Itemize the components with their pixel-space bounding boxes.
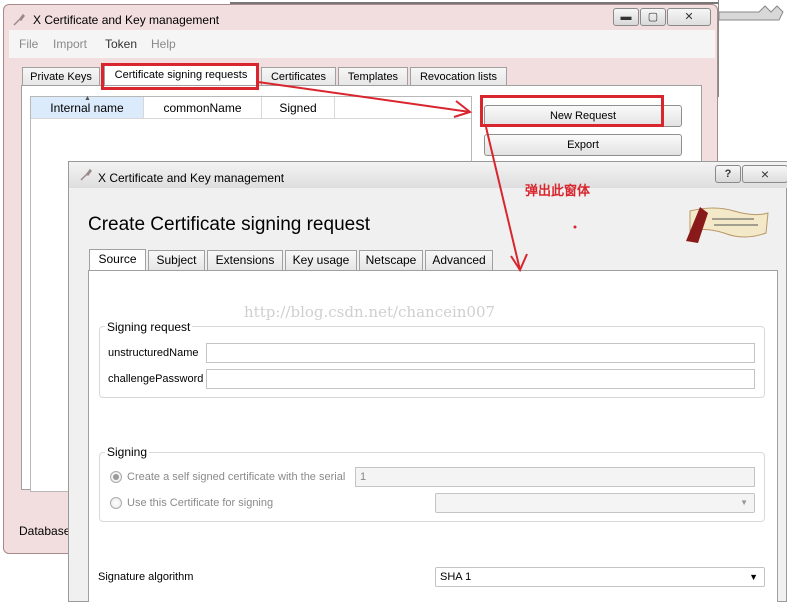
tab-advanced[interactable]: Advanced: [425, 250, 493, 270]
database-label: Database:: [19, 524, 74, 538]
unstructured-name-field[interactable]: [206, 343, 755, 363]
serial-field[interactable]: 1: [355, 467, 755, 487]
window-title: X Certificate and Key management: [33, 13, 220, 27]
signing-group-label: Signing: [105, 445, 150, 459]
watermark-text: http://blog.csdn.net/chancein007: [244, 303, 496, 321]
self-signed-radio[interactable]: [110, 471, 122, 483]
export-button[interactable]: Export: [484, 134, 682, 156]
column-header-commonname[interactable]: commonName: [144, 97, 262, 119]
tab-key-usage[interactable]: Key usage: [285, 250, 357, 270]
dialog-titlebar: X Certificate and Key management ? ×: [69, 162, 787, 188]
challenge-password-label: challengePassword: [108, 373, 204, 385]
challenge-password-field[interactable]: [206, 369, 755, 389]
tab-source[interactable]: Source: [89, 249, 146, 271]
tab-private-keys[interactable]: Private Keys: [22, 67, 100, 87]
help-button[interactable]: ?: [715, 165, 741, 183]
dialog-title: X Certificate and Key management: [98, 171, 285, 185]
column-header-signed[interactable]: Signed: [262, 97, 335, 119]
dialog-heading: Create Certificate signing request: [88, 214, 370, 235]
signing-request-group-label: Signing request: [105, 320, 193, 334]
minimize-button[interactable]: ▬: [613, 8, 639, 26]
signature-algorithm-label: Signature algorithm: [98, 571, 194, 583]
sort-arrow-icon: ▲: [84, 95, 91, 102]
close-button[interactable]: ✕: [667, 8, 711, 26]
column-header-filler: [335, 97, 471, 119]
unstructured-name-label: unstructuredName: [108, 347, 199, 359]
dialog-close-button[interactable]: ×: [742, 165, 787, 183]
tab-netscape[interactable]: Netscape: [359, 250, 423, 270]
menu-token[interactable]: Token: [105, 37, 137, 51]
xca-logo: [686, 207, 769, 243]
tab-extensions[interactable]: Extensions: [207, 250, 283, 270]
key-icon: [719, 5, 784, 21]
signing-certificate-select[interactable]: ▼: [435, 493, 755, 513]
adjacent-window: [718, 0, 787, 97]
signature-algorithm-select[interactable]: SHA 1 ▼: [435, 567, 765, 587]
menu-help[interactable]: Help: [151, 37, 176, 51]
app-icon: [12, 13, 26, 27]
maximize-button[interactable]: ▢: [640, 8, 666, 26]
chevron-down-icon: ▼: [740, 498, 748, 507]
tab-revocation-lists[interactable]: Revocation lists: [410, 67, 507, 87]
use-certificate-radio[interactable]: [110, 497, 122, 509]
menu-import[interactable]: Import: [53, 37, 87, 51]
chevron-down-icon: ▼: [749, 572, 758, 582]
tab-certificates[interactable]: Certificates: [261, 67, 336, 87]
annotation-text: 弹出此窗体: [525, 183, 591, 198]
self-signed-label: Create a self signed certificate with th…: [127, 471, 346, 483]
menu-bar: File Import Token Help: [9, 30, 715, 58]
use-certificate-label: Use this Certificate for signing: [127, 497, 274, 509]
menu-file[interactable]: File: [19, 37, 38, 51]
highlight-csr-tab: [101, 63, 259, 90]
tab-templates[interactable]: Templates: [338, 67, 408, 87]
top-edge-window: [230, 0, 718, 4]
highlight-new-request: [480, 95, 664, 127]
dialog-app-icon: [79, 168, 93, 185]
tab-subject[interactable]: Subject: [148, 250, 205, 270]
